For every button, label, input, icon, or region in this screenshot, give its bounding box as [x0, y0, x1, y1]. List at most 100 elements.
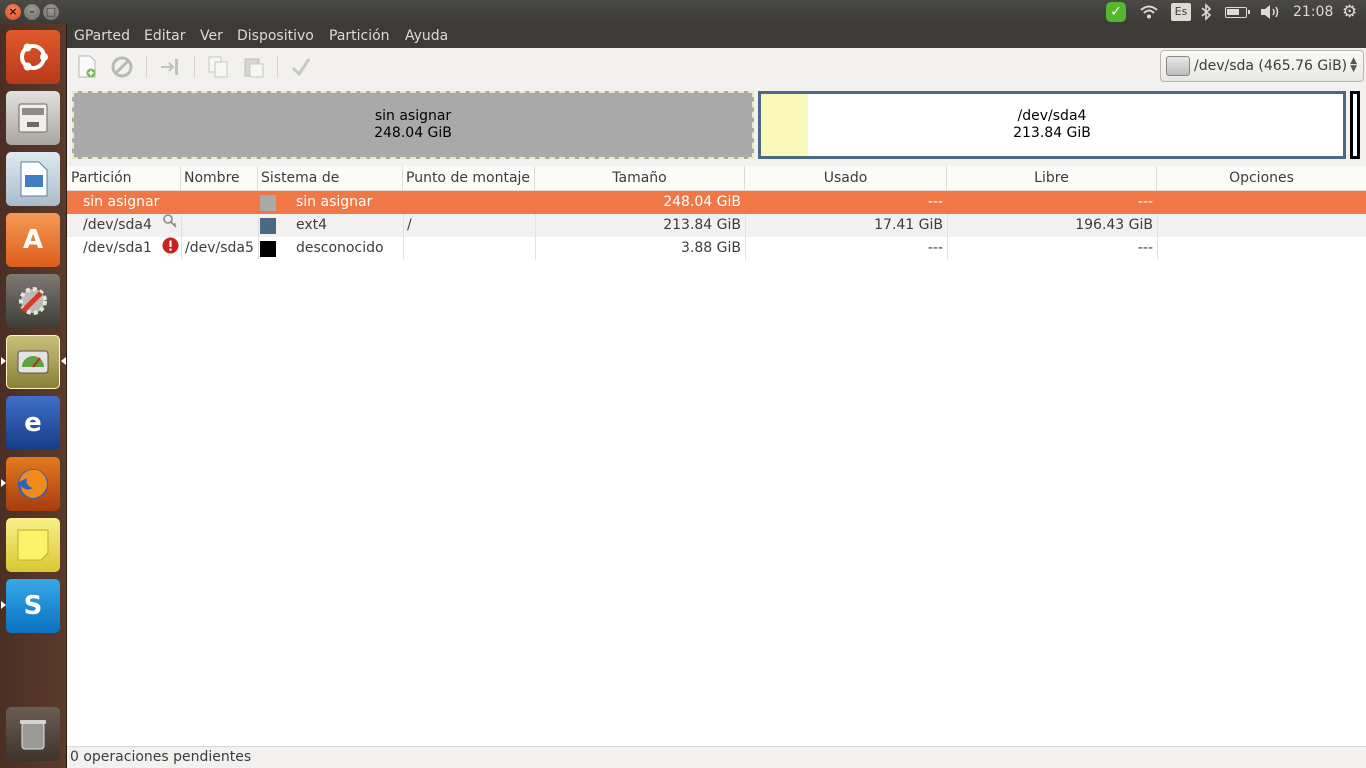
menu-editar[interactable]: Editar: [144, 24, 185, 48]
new-partition-icon[interactable]: [73, 53, 101, 81]
ubuntu-dash-icon[interactable]: [6, 30, 60, 84]
toolbar-separator-3: [277, 56, 278, 78]
pending-operations-status: 0 operaciones pendientes: [70, 749, 252, 765]
table-row[interactable]: /dev/sda1 /dev/sda5 desconocido 3.88 GiB…: [67, 237, 1366, 260]
table-row[interactable]: /dev/sda4 ext4 / 213.84 GiB 17.41 GiB 19…: [67, 214, 1366, 237]
menu-ayuda[interactable]: Ayuda: [405, 24, 448, 48]
column-divider: [1157, 214, 1158, 237]
cell-used: ---: [927, 194, 943, 210]
cell-free: ---: [1137, 194, 1153, 210]
partition-table: Partición Nombre Sistema de archivos Pun…: [67, 166, 1366, 746]
table-header: Partición Nombre Sistema de archivos Pun…: [67, 166, 1366, 211]
column-usado[interactable]: Usado: [745, 166, 947, 191]
graph-segment-sda4[interactable]: /dev/sda4 213.84 GiB: [758, 91, 1346, 159]
column-divider: [181, 214, 182, 237]
graph-segment-unallocated[interactable]: sin asignar 248.04 GiB: [72, 91, 754, 159]
wifi-icon[interactable]: [1139, 0, 1159, 24]
status-bar: 0 operaciones pendientes: [67, 746, 1366, 768]
column-punto-montaje[interactable]: Punto de montaje: [403, 166, 535, 191]
column-nombre[interactable]: Nombre: [181, 166, 258, 191]
menu-particion[interactable]: Partición: [329, 24, 390, 48]
menu-ver[interactable]: Ver: [200, 24, 223, 48]
cell-size: 248.04 GiB: [663, 194, 741, 210]
disk-graph: sin asignar 248.04 GiB /dev/sda4 213.84 …: [67, 86, 1366, 164]
menubar: GParted Editar Ver Dispositivo Partición…: [67, 24, 1366, 48]
graph-segment-sda1[interactable]: [1350, 91, 1360, 159]
cell-used: 17.41 GiB: [874, 217, 943, 233]
warning-icon: [162, 237, 179, 260]
window-close-button[interactable]: ×: [5, 4, 21, 20]
segment-size: 213.84 GiB: [1013, 125, 1091, 141]
sticky-notes-icon[interactable]: [6, 518, 60, 572]
copy-icon[interactable]: [204, 53, 232, 81]
column-particion[interactable]: Partición: [67, 166, 181, 191]
cell-filesystem: desconocido: [296, 240, 384, 256]
volume-icon[interactable]: [1259, 0, 1281, 24]
keyboard-layout-indicator[interactable]: Es: [1171, 3, 1191, 21]
cell-free: 196.43 GiB: [1075, 217, 1153, 233]
column-divider: [258, 237, 259, 260]
cell-free: ---: [1137, 240, 1153, 256]
column-divider: [181, 237, 182, 260]
fs-color-swatch: [260, 241, 276, 257]
cell-partition: sin asignar: [83, 194, 160, 210]
chevron-updown-icon: ▲ ▼: [1350, 56, 1357, 74]
resize-move-icon[interactable]: [156, 53, 184, 81]
column-libre[interactable]: Libre: [947, 166, 1157, 191]
toolbar: /dev/sda (465.76 GiB) ▲ ▼: [67, 48, 1366, 86]
launcher: A e S: [0, 24, 67, 768]
segment-used-space: [761, 94, 808, 156]
libreoffice-impress-icon[interactable]: [6, 152, 60, 206]
key-icon: [162, 213, 178, 236]
column-divider: [403, 237, 404, 260]
window-minimize-button[interactable]: –: [24, 4, 40, 20]
launcher-focused-pip: [61, 357, 66, 365]
system-gear-icon[interactable]: ⚙: [1342, 0, 1357, 24]
delete-partition-icon[interactable]: [108, 53, 136, 81]
cell-partition: /dev/sda4: [83, 217, 152, 233]
paste-icon[interactable]: [240, 53, 268, 81]
segment-name: /dev/sda4: [1017, 108, 1087, 124]
column-divider: [1157, 237, 1158, 260]
harddisk-icon: [1166, 56, 1190, 76]
files-icon[interactable]: [6, 91, 60, 145]
table-row[interactable]: sin asignar sin asignar 248.04 GiB --- -…: [67, 191, 1366, 214]
column-sistema-archivos[interactable]: Sistema de archivos: [258, 166, 403, 211]
window-maximize-button[interactable]: □: [43, 4, 59, 20]
trash-icon[interactable]: [6, 707, 60, 761]
top-panel: × – □ ✓ Es 21:08 ⚙: [0, 0, 1366, 24]
menu-gparted[interactable]: GParted: [74, 24, 130, 48]
column-divider: [403, 214, 404, 237]
segment-size: 248.04 GiB: [374, 125, 452, 141]
system-settings-icon[interactable]: [6, 274, 60, 328]
cell-filesystem: ext4: [296, 217, 328, 233]
skype-icon[interactable]: S: [6, 579, 60, 633]
device-select[interactable]: /dev/sda (465.76 GiB) ▲ ▼: [1160, 50, 1364, 82]
fs-color-swatch: [260, 218, 276, 234]
bluetooth-icon[interactable]: [1200, 0, 1212, 24]
column-tamano[interactable]: Tamaño: [535, 166, 745, 191]
gparted-icon[interactable]: [6, 335, 60, 389]
cell-name: /dev/sda5: [185, 240, 254, 256]
menu-dispositivo[interactable]: Dispositivo: [237, 24, 314, 48]
toolbar-separator: [146, 56, 147, 78]
cell-size: 3.88 GiB: [681, 240, 741, 256]
battery-icon[interactable]: [1225, 7, 1250, 18]
cell-mount: /: [407, 217, 412, 233]
cell-size: 213.84 GiB: [663, 217, 741, 233]
clock[interactable]: 21:08: [1293, 0, 1333, 24]
cell-filesystem: sin asignar: [296, 194, 373, 210]
segment-name: sin asignar: [374, 108, 452, 124]
update-check-icon[interactable]: ✓: [1106, 2, 1126, 22]
column-opciones[interactable]: Opciones: [1157, 166, 1366, 191]
cell-used: ---: [927, 240, 943, 256]
cell-partition: /dev/sda1: [83, 240, 152, 256]
apply-icon[interactable]: [287, 53, 315, 81]
column-divider: [258, 214, 259, 237]
software-center-icon[interactable]: A: [6, 213, 60, 267]
firefox-icon[interactable]: [6, 457, 60, 511]
eclipse-icon[interactable]: e: [6, 396, 60, 450]
fs-color-swatch: [260, 195, 276, 211]
toolbar-separator-2: [194, 56, 195, 78]
device-select-label: /dev/sda (465.76 GiB): [1194, 58, 1348, 74]
